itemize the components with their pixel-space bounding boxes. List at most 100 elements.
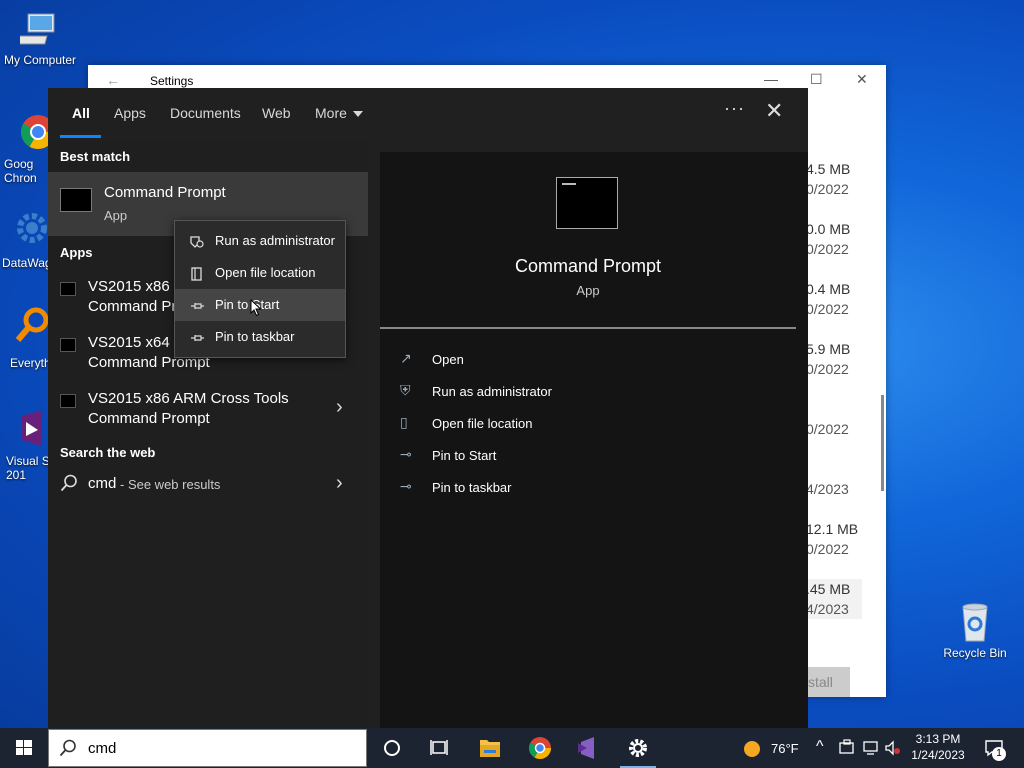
weather-sun-icon xyxy=(744,741,760,757)
app-size-row: 0.4 MB 0/2022 xyxy=(806,279,866,319)
minimize-icon[interactable]: — xyxy=(764,71,778,87)
desktop-icon-label: Everyth xyxy=(10,356,51,370)
file-location-icon: ▯ xyxy=(400,414,408,430)
close-icon[interactable]: ✕ xyxy=(765,98,783,124)
command-prompt-icon xyxy=(60,282,76,296)
gear-icon xyxy=(17,213,47,243)
mouse-cursor-icon xyxy=(250,299,262,317)
menu-item-label: Open file location xyxy=(215,265,316,280)
open-icon: ↗ xyxy=(400,350,412,366)
chevron-right-icon[interactable]: › xyxy=(336,472,343,495)
app-date: 0/2022 xyxy=(806,421,849,437)
tab-all[interactable]: All xyxy=(72,105,90,121)
preview-pane: Command Prompt App ↗ Open ⛨ Run as admin… xyxy=(380,152,808,728)
action-pin-to-taskbar[interactable]: ⊸ Pin to taskbar xyxy=(400,476,780,502)
gear-icon xyxy=(629,739,647,757)
task-view-button[interactable] xyxy=(416,728,464,768)
action-label: Run as administrator xyxy=(432,384,552,399)
app-date: 0/2022 xyxy=(806,541,849,557)
search-web-heading: Search the web xyxy=(60,445,156,460)
tab-more[interactable]: More xyxy=(315,105,363,121)
system-clock[interactable]: 3:13 PM 1/24/2023 xyxy=(905,731,971,763)
pin-icon xyxy=(191,303,204,309)
command-prompt-icon xyxy=(60,188,92,212)
menu-item-open-file-location[interactable]: Open file location xyxy=(175,257,345,289)
clock-time: 3:13 PM xyxy=(915,732,961,746)
folder-icon xyxy=(480,740,500,757)
notification-count-badge: 1 xyxy=(992,747,1006,761)
weather-temperature[interactable]: 76°F xyxy=(771,741,799,756)
action-open[interactable]: ↗ Open xyxy=(400,348,780,374)
app-date: 4/2023 xyxy=(806,481,849,497)
desktop-icon-my-computer[interactable]: My Computer xyxy=(0,10,80,67)
menu-item-pin-to-taskbar[interactable]: Pin to taskbar xyxy=(175,321,345,353)
uninstall-button[interactable]: stall xyxy=(808,667,850,697)
context-menu: Run as administrator Open file location … xyxy=(174,220,346,358)
chrome-icon xyxy=(529,737,551,759)
command-prompt-icon xyxy=(556,177,618,229)
web-search-query: cmd xyxy=(88,475,117,492)
file-explorer-button[interactable] xyxy=(466,728,514,768)
pin-icon: ⊸ xyxy=(400,478,412,494)
tab-apps[interactable]: Apps xyxy=(114,105,146,121)
recycle-bin-icon xyxy=(962,603,988,642)
chrome-taskbar-button[interactable] xyxy=(516,728,564,768)
app-size-row: 4.5 MB 0/2022 xyxy=(806,159,866,199)
search-input[interactable]: cmd xyxy=(88,740,116,757)
menu-item-label: Pin to Start xyxy=(215,297,280,312)
command-prompt-icon xyxy=(60,338,76,352)
network-icon[interactable] xyxy=(862,739,880,757)
volume-muted-icon[interactable] xyxy=(884,739,902,757)
preview-title: Command Prompt xyxy=(514,256,662,276)
tab-web[interactable]: Web xyxy=(262,105,291,121)
back-arrow-icon[interactable]: ← xyxy=(106,72,120,88)
app-size-row: 0.0 MB 0/2022 xyxy=(806,219,866,259)
list-item-title: VS2015 x86 N xyxy=(88,278,185,295)
app-date: 0/2022 xyxy=(806,361,849,377)
settings-title: Settings xyxy=(150,74,194,88)
file-location-icon xyxy=(191,267,202,281)
start-button[interactable] xyxy=(0,728,48,768)
visual-studio-icon xyxy=(578,737,594,759)
maximize-icon[interactable]: ☐ xyxy=(810,71,823,88)
app-size: 4.5 MB xyxy=(806,161,851,177)
close-icon[interactable]: ✕ xyxy=(856,71,868,88)
app-date: 0/2022 xyxy=(806,241,849,257)
taskbar-search-box[interactable]: cmd xyxy=(48,729,367,767)
visual-studio-taskbar-button[interactable] xyxy=(564,728,612,768)
chevron-up-icon[interactable]: ^ xyxy=(816,738,824,756)
app-size-row: .45 MB 4/2023 xyxy=(806,579,862,619)
cortana-button[interactable] xyxy=(368,728,416,768)
search-tabs: All Apps Documents Web More ··· ✕ xyxy=(48,88,808,140)
desktop-icon-label: Visual St 201 xyxy=(6,454,53,482)
taskbar: cmd 76°F ^ 3:13 PM 1/24/2023 1 xyxy=(0,728,1024,768)
menu-item-label: Run as administrator xyxy=(215,233,335,248)
app-date: 4/2023 xyxy=(806,601,849,617)
clock-date: 1/24/2023 xyxy=(911,748,965,762)
preview-kind: App xyxy=(576,283,600,298)
pin-icon: ⊸ xyxy=(400,446,412,462)
more-options-icon[interactable]: ··· xyxy=(724,98,745,119)
settings-taskbar-button[interactable] xyxy=(614,728,662,768)
action-label: Pin to Start xyxy=(432,448,497,463)
list-item-subtitle: Command Prompt xyxy=(88,410,210,427)
desktop-icon-label: Goog Chron xyxy=(4,157,37,185)
chevron-right-icon[interactable]: › xyxy=(336,396,343,419)
menu-item-run-as-admin[interactable]: Run as administrator xyxy=(175,225,345,257)
desktop-icon-recycle-bin[interactable]: Recycle Bin xyxy=(935,603,1015,660)
scrollbar-thumb[interactable] xyxy=(881,395,884,491)
security-icon[interactable] xyxy=(838,739,856,757)
notification-center-button[interactable]: 1 xyxy=(978,728,1024,768)
menu-item-label: Pin to taskbar xyxy=(215,329,295,344)
tab-documents[interactable]: Documents xyxy=(170,105,241,121)
search-icon xyxy=(60,474,77,492)
action-run-as-admin[interactable]: ⛨ Run as administrator xyxy=(400,380,780,406)
list-item-title: VS2015 x86 ARM Cross Tools xyxy=(88,390,289,407)
best-match-heading: Best match xyxy=(60,149,131,164)
app-size: 0.4 MB xyxy=(806,281,851,297)
action-pin-to-start[interactable]: ⊸ Pin to Start xyxy=(400,444,780,470)
list-item[interactable]: VS2015 x86 ARM Cross Tools Command Promp… xyxy=(48,388,368,434)
web-search-item[interactable]: cmd - See web results › xyxy=(48,469,368,501)
app-size: 0.0 MB xyxy=(806,221,851,237)
action-open-file-location[interactable]: ▯ Open file location xyxy=(400,412,780,438)
